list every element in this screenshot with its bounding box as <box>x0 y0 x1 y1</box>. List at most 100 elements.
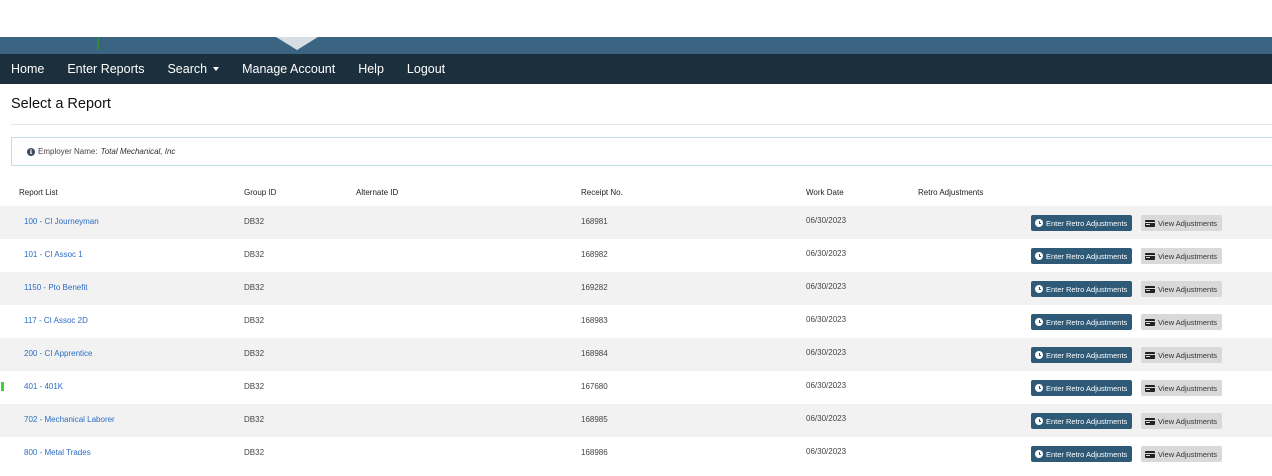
view-adjustments-label: View Adjustments <box>1158 284 1218 294</box>
nav-manage-account[interactable]: Manage Account <box>242 62 335 76</box>
enter-retro-adjustments-button[interactable]: Enter Retro Adjustments <box>1031 281 1133 297</box>
nav-help[interactable]: Help <box>358 62 384 76</box>
row-marker <box>1 382 4 391</box>
group-id-cell: DB32 <box>244 316 265 325</box>
view-adjustments-label: View Adjustments <box>1158 317 1218 327</box>
table-row: 800 - Metal Trades DB32 168986 06/30/2023 En… <box>0 437 1272 470</box>
group-id-cell: DB32 <box>244 217 265 226</box>
header-report-list: Report List <box>19 188 58 197</box>
table-row: 1150 - Pto Benefit DB32 169282 06/30/2023 En… <box>0 272 1272 305</box>
report-link[interactable]: 101 - CI Assoc 1 <box>24 250 83 259</box>
view-adjustments-button[interactable]: View Adjustments <box>1141 380 1223 396</box>
group-id-cell: DB32 <box>244 283 265 292</box>
nav-home[interactable]: Home <box>11 62 44 76</box>
view-adjustments-label: View Adjustments <box>1158 218 1218 228</box>
report-link[interactable]: 117 - CI Assoc 2D <box>24 316 88 325</box>
receipt-no-cell: 168984 <box>581 349 608 358</box>
banner-accent-mark <box>97 37 99 50</box>
nav-search-label: Search <box>167 62 208 76</box>
report-link[interactable]: 800 - Metal Trades <box>24 448 91 457</box>
table-row: 200 - CI Apprentice DB32 168984 06/30/2023 E… <box>0 338 1272 371</box>
report-link[interactable]: 200 - CI Apprentice <box>24 349 92 358</box>
table-row: 101 - CI Assoc 1 DB32 168982 06/30/2023 Ente… <box>0 239 1272 272</box>
view-adjustments-button[interactable]: View Adjustments <box>1141 413 1223 429</box>
work-date-cell: 06/30/2023 <box>806 381 847 390</box>
view-adjustments-label: View Adjustments <box>1158 416 1218 426</box>
enter-retro-adjustments-label: Enter Retro Adjustments <box>1046 317 1128 327</box>
view-adjustments-button[interactable]: View Adjustments <box>1141 215 1223 231</box>
top-whitespace <box>0 0 1272 37</box>
header-work-date: Work Date <box>806 188 844 197</box>
nav-search-dropdown[interactable]: Search <box>167 62 220 76</box>
enter-retro-adjustments-label: Enter Retro Adjustments <box>1046 251 1128 261</box>
work-date-cell: 06/30/2023 <box>806 414 847 423</box>
nav-logout[interactable]: Logout <box>407 62 445 76</box>
report-link[interactable]: 100 - CI Journeyman <box>24 217 99 226</box>
report-link[interactable]: 1150 - Pto Benefit <box>24 283 87 292</box>
enter-retro-adjustments-button[interactable]: Enter Retro Adjustments <box>1031 347 1133 363</box>
work-date-cell: 06/30/2023 <box>806 447 847 456</box>
group-id-cell: DB32 <box>244 250 265 259</box>
report-table-header: Report List Group ID Alternate ID Receip… <box>0 180 1272 204</box>
enter-retro-adjustments-button[interactable]: Enter Retro Adjustments <box>1031 215 1133 231</box>
employer-name-value: Total Mechanical, Inc <box>100 147 176 156</box>
header-receipt-no: Receipt No. <box>581 188 623 197</box>
work-date-cell: 06/30/2023 <box>806 348 847 357</box>
info-circle-icon: i <box>27 147 35 156</box>
nav-help-label: Help <box>358 62 384 76</box>
nav-enter-reports[interactable]: Enter Reports <box>67 62 144 76</box>
header-retro-adjustments: Retro Adjustments <box>918 188 984 197</box>
nav-enter-reports-label: Enter Reports <box>67 62 145 76</box>
enter-retro-adjustments-button[interactable]: Enter Retro Adjustments <box>1031 380 1133 396</box>
title-divider <box>11 124 1272 125</box>
enter-retro-adjustments-label: Enter Retro Adjustments <box>1046 416 1128 426</box>
credit-card-icon <box>1145 318 1155 326</box>
enter-retro-adjustments-button[interactable]: Enter Retro Adjustments <box>1031 446 1133 462</box>
enter-retro-adjustments-label: Enter Retro Adjustments <box>1046 350 1128 360</box>
view-adjustments-button[interactable]: View Adjustments <box>1141 347 1223 363</box>
receipt-no-cell: 168985 <box>581 415 608 424</box>
enter-retro-adjustments-label: Enter Retro Adjustments <box>1046 284 1128 294</box>
nav-manage-account-label: Manage Account <box>242 62 336 76</box>
credit-card-icon <box>1145 285 1155 293</box>
enter-retro-adjustments-button[interactable]: Enter Retro Adjustments <box>1031 248 1133 264</box>
clock-icon <box>1035 285 1043 293</box>
credit-card-icon <box>1145 219 1155 227</box>
clock-icon <box>1035 417 1043 425</box>
table-row: 401 - 401K DB32 167680 06/30/2023 Enter Retr… <box>0 371 1272 404</box>
header-alternate-id: Alternate ID <box>356 188 399 197</box>
header-group-id: Group ID <box>244 188 277 197</box>
nav-logout-label: Logout <box>406 62 446 76</box>
banner-wedge-shape <box>276 37 318 50</box>
credit-card-icon <box>1145 351 1155 359</box>
group-id-cell: DB32 <box>244 349 265 358</box>
nav-home-label: Home <box>11 62 45 76</box>
enter-retro-adjustments-label: Enter Retro Adjustments <box>1046 383 1128 393</box>
enter-retro-adjustments-button[interactable]: Enter Retro Adjustments <box>1031 314 1133 330</box>
enter-retro-adjustments-button[interactable]: Enter Retro Adjustments <box>1031 413 1133 429</box>
work-date-cell: 06/30/2023 <box>806 315 847 324</box>
view-adjustments-label: View Adjustments <box>1158 383 1218 393</box>
view-adjustments-label: View Adjustments <box>1158 449 1218 459</box>
view-adjustments-button[interactable]: View Adjustments <box>1141 281 1223 297</box>
view-adjustments-button[interactable]: View Adjustments <box>1141 248 1223 264</box>
report-link[interactable]: 401 - 401K <box>24 382 63 391</box>
report-link[interactable]: 702 - Mechanical Laborer <box>24 415 115 424</box>
group-id-cell: DB32 <box>244 448 265 457</box>
credit-card-icon <box>1145 384 1155 392</box>
view-adjustments-label: View Adjustments <box>1158 251 1218 261</box>
receipt-no-cell: 168986 <box>581 448 608 457</box>
credit-card-icon <box>1145 252 1155 260</box>
receipt-no-cell: 167680 <box>581 382 608 391</box>
group-id-cell: DB32 <box>244 382 265 391</box>
receipt-no-cell: 168981 <box>581 217 608 226</box>
table-row: 702 - Mechanical Laborer DB32 168985 06/30/… <box>0 404 1272 437</box>
caret-down-icon <box>213 67 220 71</box>
view-adjustments-button[interactable]: View Adjustments <box>1141 446 1223 462</box>
enter-retro-adjustments-label: Enter Retro Adjustments <box>1046 449 1128 459</box>
clock-icon <box>1035 219 1043 227</box>
clock-icon <box>1035 384 1043 392</box>
enter-retro-adjustments-label: Enter Retro Adjustments <box>1046 218 1128 228</box>
report-table-body: 100 - CI Journeyman DB32 168981 06/30/2023 E… <box>0 206 1272 470</box>
view-adjustments-button[interactable]: View Adjustments <box>1141 314 1223 330</box>
